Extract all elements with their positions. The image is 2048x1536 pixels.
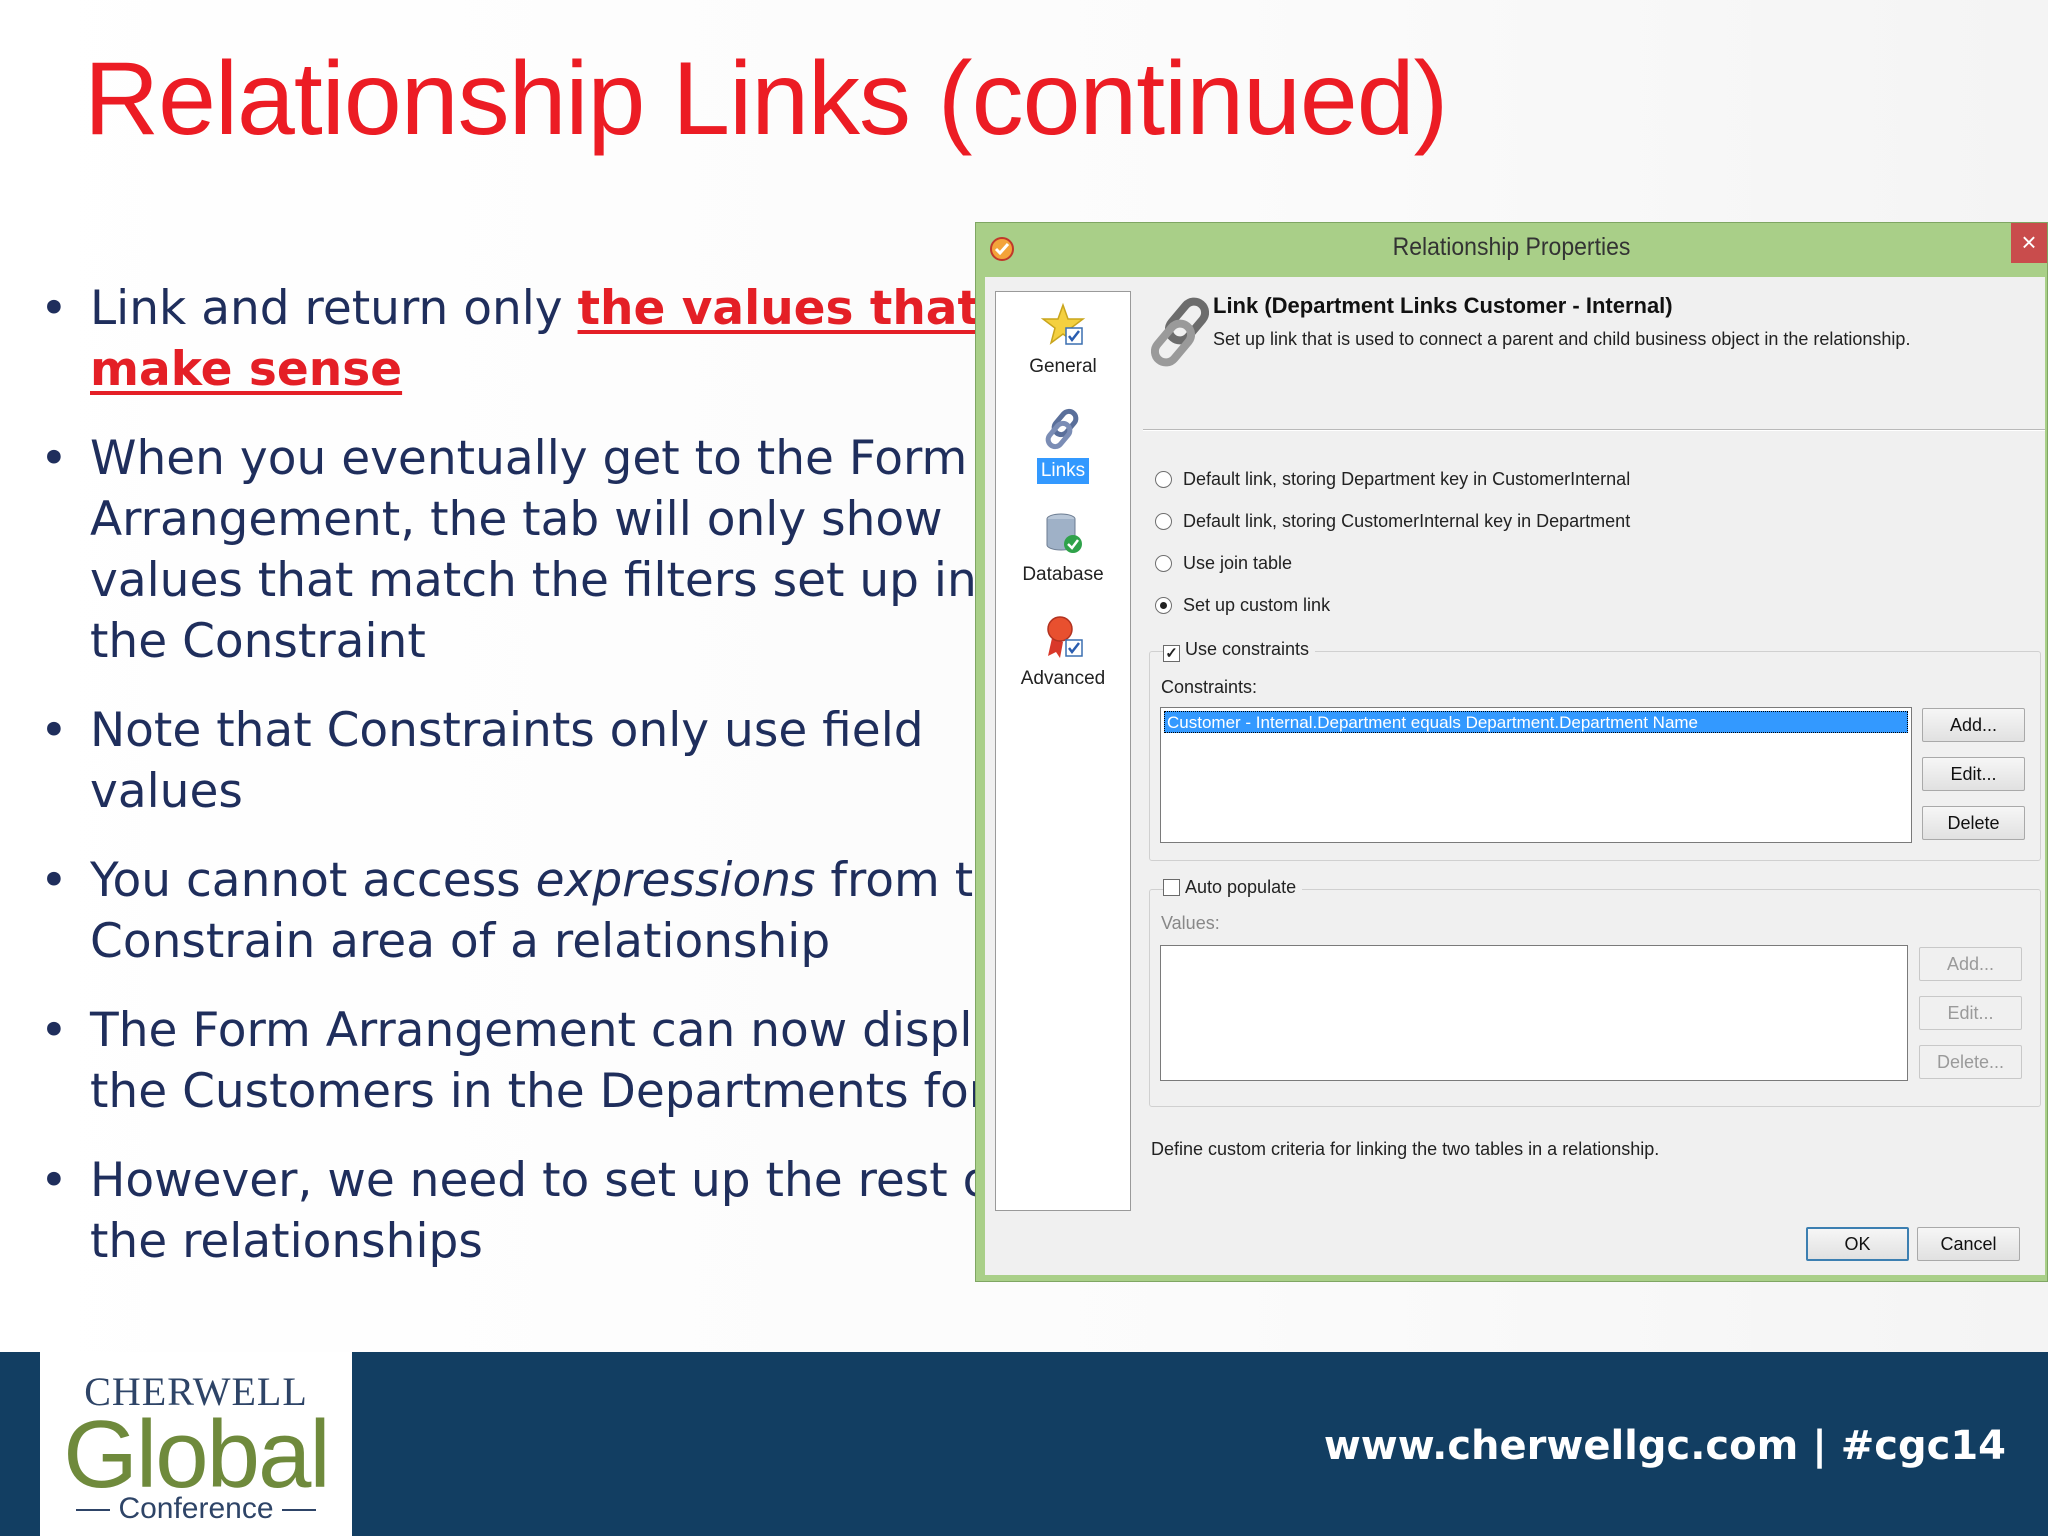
link-header-title: Link (Department Links Customer - Intern… <box>1213 293 1673 318</box>
constraints-add-button[interactable]: Add... <box>1922 708 2025 742</box>
checkbox[interactable]: ✓ <box>1163 645 1180 662</box>
bullet-glyph: • <box>40 703 68 758</box>
bullet-text: When you eventually get to the Form Arra… <box>90 431 977 669</box>
ribbon-check-icon <box>1047 616 1083 658</box>
values-delete-button[interactable]: Delete... <box>1919 1045 2022 1079</box>
logo-dash <box>76 1509 111 1512</box>
bullet-item: • When you eventually get to the Form Ar… <box>36 428 1036 672</box>
nav-label: Advanced <box>1020 668 1106 689</box>
bullet-text: Link and return only <box>90 281 578 336</box>
relationship-properties-dialog: Relationship Properties × General Links <box>975 222 2048 1282</box>
ok-button[interactable]: OK <box>1806 1227 1909 1261</box>
logo-wordmark-bottom: Conference <box>40 1492 352 1526</box>
website-hashtag: www.cherwellgc.com | #cgc14 <box>1323 1423 2006 1469</box>
use-constraints-checkbox[interactable]: ✓ Use constraints <box>1163 639 1316 662</box>
database-check-icon <box>1046 513 1082 553</box>
bullet-glyph: • <box>40 1153 68 1208</box>
nav-item-links[interactable]: Links <box>996 406 1130 484</box>
values-label: Values: <box>1161 913 1220 933</box>
bullet-glyph: • <box>40 1003 68 1058</box>
radio-label: Use join table <box>1183 553 1293 573</box>
bullet-list: • Link and return only the values that m… <box>36 278 1036 1300</box>
logo-conference-text: Conference <box>118 1492 274 1525</box>
nav-label: Database <box>1022 564 1104 585</box>
nav-item-general[interactable]: General <box>996 302 1130 380</box>
bullet-italic: expressions <box>535 853 816 908</box>
chain-link-icon <box>1150 297 1210 367</box>
bullet-text: The Form Arrangement can now display the… <box>90 1003 1034 1119</box>
radio-label: Default link, storing Department key in … <box>1183 469 1631 489</box>
radio-button[interactable] <box>1155 555 1172 572</box>
conference-logo: CHERWELL Global Conference <box>40 1352 352 1536</box>
radio-button[interactable] <box>1155 471 1172 488</box>
auto-populate-checkbox[interactable]: Auto populate <box>1163 877 1303 898</box>
checkbox-label: Use constraints <box>1185 639 1310 659</box>
radio-button[interactable] <box>1155 513 1172 530</box>
bullet-item: • However, we need to set up the rest of… <box>36 1150 1036 1272</box>
constraints-list[interactable]: Customer - Internal.Department equals De… <box>1160 707 1912 843</box>
dialog-title: Relationship Properties <box>1392 233 1631 261</box>
bullet-item: • You cannot access expressions from the… <box>36 850 1036 972</box>
app-icon <box>990 237 1014 261</box>
link-header-description: Set up link that is used to connect a pa… <box>1213 329 1911 349</box>
checkbox-label: Auto populate <box>1185 877 1297 897</box>
nav-label: General <box>1029 356 1097 377</box>
bullet-glyph: • <box>40 431 68 486</box>
list-item[interactable]: Customer - Internal.Department equals De… <box>1164 711 1908 733</box>
bullet-item: • The Form Arrangement can now display t… <box>36 1000 1036 1122</box>
star-check-icon <box>1040 302 1086 345</box>
nav-item-advanced[interactable]: Advanced <box>996 614 1130 692</box>
bullet-text: Note that Constraints only use field val… <box>90 703 924 819</box>
bullet-glyph: • <box>40 853 68 908</box>
dialog-titlebar[interactable]: Relationship Properties × <box>976 223 2047 275</box>
values-list[interactable] <box>1160 945 1908 1081</box>
constraints-label: Constraints: <box>1161 677 1258 697</box>
category-nav: General Links Database Advanced <box>995 291 1131 1211</box>
bullet-item: • Note that Constraints only use field v… <box>36 700 1036 822</box>
constraints-edit-button[interactable]: Edit... <box>1922 757 2025 791</box>
close-button[interactable]: × <box>2011 223 2047 263</box>
footer-description: Define custom criteria for linking the t… <box>1151 1139 1660 1159</box>
cancel-button[interactable]: Cancel <box>1917 1227 2020 1261</box>
nav-label: Links <box>1036 458 1090 484</box>
radio-button[interactable] <box>1155 597 1172 614</box>
radio-label: Set up custom link <box>1183 595 1331 615</box>
radio-label: Default link, storing CustomerInternal k… <box>1183 511 1631 531</box>
nav-item-database[interactable]: Database <box>996 510 1130 588</box>
bullet-text: However, we need to set up the rest of t… <box>90 1153 1008 1269</box>
logo-dash <box>281 1509 316 1512</box>
bullet-text: You cannot access <box>90 853 536 908</box>
header-divider <box>1143 429 2045 431</box>
values-add-button[interactable]: Add... <box>1919 947 2022 981</box>
chain-link-icon <box>1045 408 1079 450</box>
bullet-glyph: • <box>40 281 68 336</box>
values-edit-button[interactable]: Edit... <box>1919 996 2022 1030</box>
slide-title: Relationship Links (continued) <box>84 41 1448 157</box>
checkbox[interactable] <box>1163 879 1180 896</box>
dialog-body: General Links Database Advanced Link (De… <box>985 277 2045 1275</box>
bullet-item: • Link and return only the values that m… <box>36 278 1036 400</box>
constraints-delete-button[interactable]: Delete <box>1922 806 2025 840</box>
